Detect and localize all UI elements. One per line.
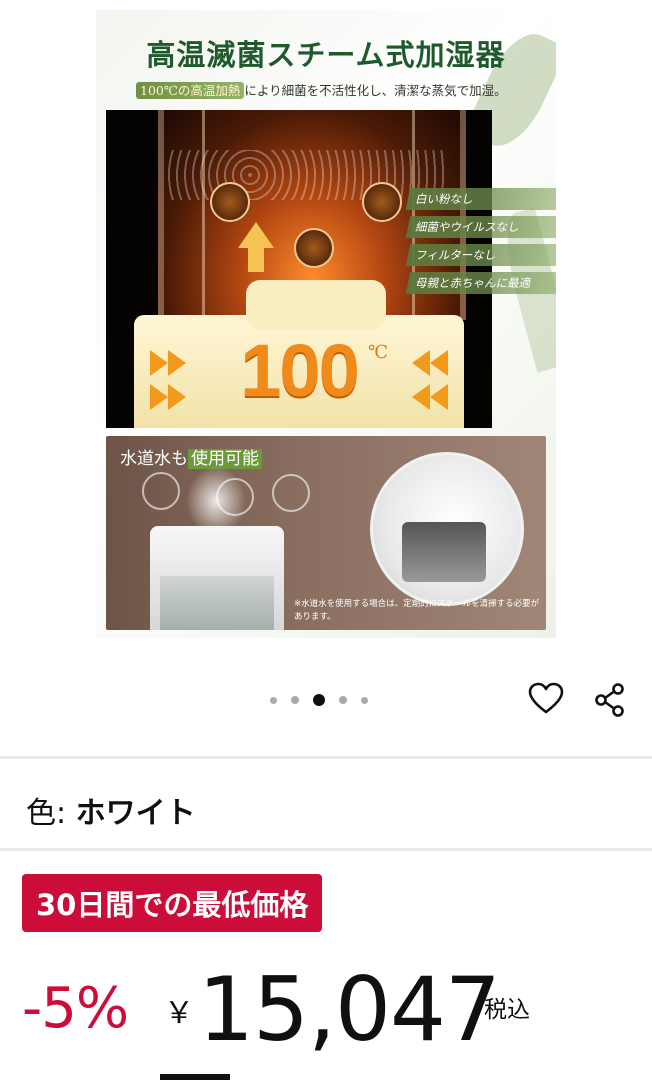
subtitle-highlight: 100℃の高温加熱 [136,82,245,99]
carousel-dot[interactable] [270,696,277,704]
color-value: ホワイト [75,796,196,831]
bacteria-icon [272,474,310,512]
humidifier-water [160,576,274,630]
deal-badge: 30日間での最低価格 [22,874,323,932]
carousel-dot[interactable] [361,696,368,704]
feature-item: 白い粉なし [405,188,556,210]
color-label: 色: [26,796,67,831]
boiling-bubbles [166,150,446,200]
tap-water-prefix: 水道水も [120,449,188,469]
germ-icon [362,182,402,222]
image-carousel-indicator[interactable] [270,694,368,706]
tap-water-illustration: 水道水も 使用可能 ※水道水を使用する場合は、定期的にスケールを清掃する必要があり… [106,436,546,630]
discount-percentage: -5% [22,976,129,1041]
germ-icon [294,228,334,268]
price-amount: 15,047 [198,958,501,1061]
color-selection: 色: ホワイト [26,788,196,832]
heater-base-top [246,280,386,330]
feature-item: フィルターなし [405,244,556,266]
humidifier-device-closeup [402,522,486,582]
currency-symbol: ￥ [164,996,194,1031]
carousel-dot-active[interactable] [313,694,325,706]
heart-icon[interactable] [528,682,564,716]
tap-water-note: ※水道水を使用する場合は、定期的にスケールを清掃する必要があります。 [294,599,540,622]
subtitle-text: により細菌を不活性化し、清潔な蒸気で加湿。 [244,83,507,98]
arrow-up-icon [238,222,274,248]
bacteria-icon [142,472,180,510]
product-image[interactable]: 高温滅菌スチーム式加湿器 100℃の高温加熱 により細菌を不活性化し、清潔な蒸気で… [96,10,556,638]
arrow-up-icon [248,248,264,272]
share-icon[interactable] [592,682,628,718]
scroll-indicator [160,1074,230,1080]
feature-list: 白い粉なし 細菌やウイルスなし フィルターなし 母親と赤ちゃんに最適 [405,188,556,300]
product-image-title: 高温滅菌スチーム式加湿器 [146,38,506,72]
germ-icon [210,182,250,222]
divider [0,848,652,851]
temperature-value: 100 [240,329,359,412]
feature-item: 母親と赤ちゃんに最適 [405,272,556,294]
carousel-dot[interactable] [339,696,347,704]
temperature-unit: ℃ [368,342,389,363]
carousel-dot[interactable] [291,696,299,704]
product-image-subtitle: 100℃の高温加熱 により細菌を不活性化し、清潔な蒸気で加湿。 [136,80,507,99]
feature-item: 細菌やウイルスなし [405,216,556,238]
divider [0,756,652,759]
tax-label: 税込 [484,997,530,1023]
